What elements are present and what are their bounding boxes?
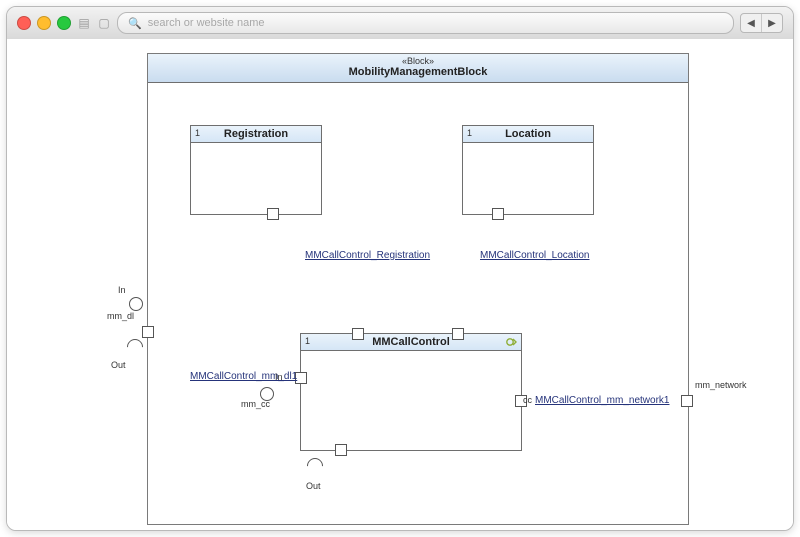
address-placeholder: search or website name (148, 17, 265, 29)
port-label-mm-network: mm_network (695, 380, 747, 390)
inout-label-out-2: Out (306, 481, 321, 491)
required-interface-mm-dl (124, 336, 147, 359)
connector-label-mm-network1[interactable]: MMCallControl_mm_network1 (535, 395, 669, 406)
port-frame-mm-network[interactable] (681, 395, 693, 407)
mmcallcontrol-label: MMCallControl (372, 336, 450, 348)
search-icon: 🔍 (128, 17, 142, 30)
address-bar[interactable]: 🔍 search or website name (117, 12, 734, 34)
inout-label-in-1: In (118, 285, 126, 295)
nav-buttons: ◀ ▶ (740, 13, 783, 33)
port-mmcallcontrol-bottom[interactable] (335, 444, 347, 456)
port-registration-bottom[interactable] (267, 208, 279, 220)
port-mmcallcontrol-top-right[interactable] (452, 328, 464, 340)
registration-label: Registration (224, 128, 288, 140)
connector-label-location[interactable]: MMCallControl_Location (480, 250, 590, 261)
block-mmcallcontrol[interactable]: 1 MMCallControl (300, 333, 522, 451)
mmcallcontrol-multiplicity: 1 (305, 336, 310, 346)
window-zoom-button[interactable] (57, 16, 71, 30)
port-mmcallcontrol-top-left[interactable] (352, 328, 364, 340)
provided-interface-mm-dl (129, 297, 143, 311)
window-minimize-button[interactable] (37, 16, 51, 30)
back-button[interactable]: ◀ (741, 14, 761, 32)
port-location-bottom[interactable] (492, 208, 504, 220)
diagram-stage: «Block» MobilityManagementBlock 1 Regist… (7, 39, 793, 530)
browser-window: ▤ ▢ 🔍 search or website name ◀ ▶ (6, 6, 794, 531)
realized-interface-icon (505, 337, 517, 347)
block-location-header: 1 Location (463, 126, 593, 143)
port-label-mm-dl: mm_dl (107, 311, 134, 321)
inout-label-out-1: Out (111, 360, 126, 370)
inout-label-in-2: In (275, 372, 283, 382)
port-label-cc: cc (523, 395, 532, 405)
port-label-mm-cc: mm_cc (241, 399, 270, 409)
diagram-stereotype: «Block» (148, 56, 688, 66)
diagram-title: MobilityManagementBlock (148, 66, 688, 78)
location-label: Location (505, 128, 551, 140)
block-location[interactable]: 1 Location (462, 125, 594, 215)
diagram-frame: «Block» MobilityManagementBlock (147, 53, 689, 525)
forward-button[interactable]: ▶ (761, 14, 782, 32)
registration-multiplicity: 1 (195, 128, 200, 138)
browser-toolbar: ▤ ▢ 🔍 search or website name ◀ ▶ (7, 7, 793, 40)
tabs-icon[interactable]: ▢ (97, 16, 111, 30)
sidebar-icon[interactable]: ▤ (77, 16, 91, 30)
block-registration[interactable]: 1 Registration (190, 125, 322, 215)
block-registration-header: 1 Registration (191, 126, 321, 143)
window-close-button[interactable] (17, 16, 31, 30)
port-frame-mm-dl[interactable] (142, 326, 154, 338)
block-mmcallcontrol-header: 1 MMCallControl (301, 334, 521, 351)
location-multiplicity: 1 (467, 128, 472, 138)
connector-label-registration[interactable]: MMCallControl_Registration (305, 250, 430, 261)
diagram-header: «Block» MobilityManagementBlock (148, 54, 688, 83)
